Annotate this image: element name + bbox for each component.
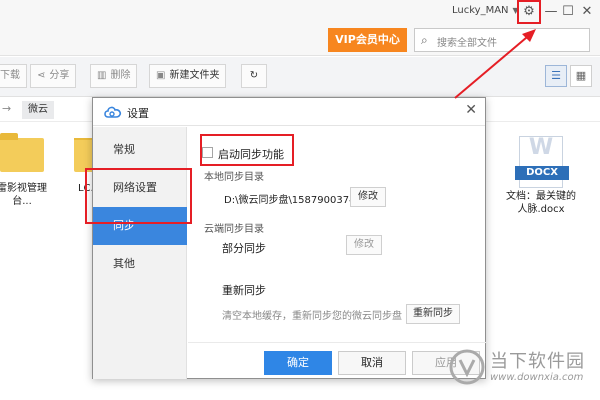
watermark-name: 当下软件园 bbox=[490, 351, 585, 372]
watermark-logo-icon bbox=[449, 349, 485, 385]
annotation-arrow bbox=[454, 29, 536, 99]
watermark-url: www.downxia.com bbox=[490, 372, 584, 383]
